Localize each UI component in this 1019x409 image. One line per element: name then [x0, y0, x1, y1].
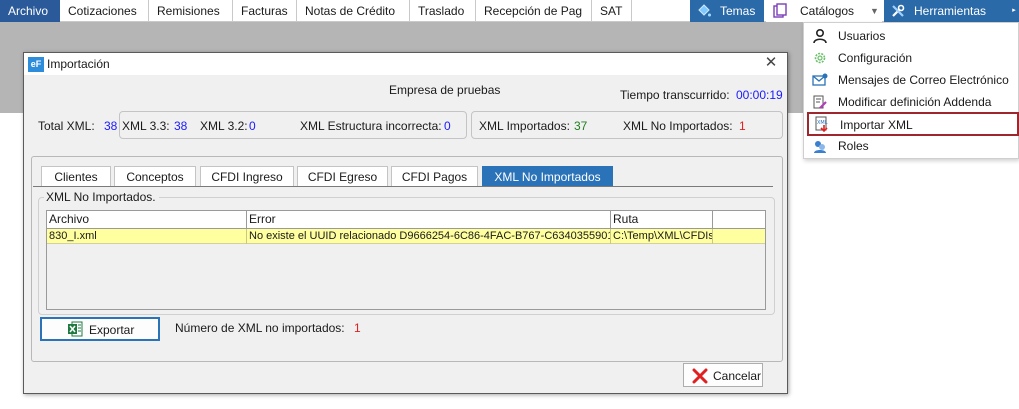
not-imported-count-value: 1: [354, 321, 361, 335]
column-header-error[interactable]: Error: [247, 211, 611, 229]
grid-header: Archivo Error Ruta: [47, 211, 765, 229]
menu-remisiones[interactable]: Remisiones: [149, 0, 233, 22]
cell-error[interactable]: No existe el UUID relacionado D9666254-6…: [247, 229, 611, 244]
imported-label: XML Importados:: [479, 119, 570, 133]
menu-notas-de-credito[interactable]: Notas de Crédito: [297, 0, 410, 22]
menu-item-label: Roles: [838, 139, 869, 153]
menu-traslado[interactable]: Traslado: [410, 0, 476, 22]
xml33-label: XML 3.3:: [122, 119, 170, 133]
edit-document-icon: [812, 94, 828, 110]
menu-item-mensajes-correo[interactable]: Mensajes de Correo Electrónico: [806, 69, 1018, 91]
not-imported-grid[interactable]: Archivo Error Ruta 830_I.xml No existe e…: [46, 210, 766, 310]
menu-item-usuarios[interactable]: Usuarios: [806, 25, 1018, 47]
elapsed-time-value: 00:00:19: [736, 88, 783, 102]
dialog-title: Importación: [47, 57, 110, 71]
menu-item-roles[interactable]: Roles: [806, 135, 1018, 157]
tab-divider: [33, 186, 773, 187]
not-imported-value: 1: [739, 119, 746, 133]
menu-catalogos-label: Catálogos: [800, 4, 855, 18]
tab-conceptos[interactable]: Conceptos: [114, 166, 196, 187]
mail-icon: [812, 72, 828, 88]
elapsed-time-label: Tiempo transcurrido:: [620, 88, 730, 102]
menu-item-label: Usuarios: [838, 29, 886, 43]
excel-icon: [67, 321, 83, 337]
cancel-button-label: Cancelar: [713, 369, 762, 383]
total-xml-label: Total XML:: [38, 119, 95, 133]
menu-herramientas[interactable]: Herramientas: [884, 0, 1009, 22]
cell-ruta[interactable]: C:\Temp\XML\CFDIs: [611, 229, 713, 244]
xml32-label: XML 3.2:: [200, 119, 248, 133]
column-header-ruta[interactable]: Ruta: [611, 211, 713, 229]
roles-icon: [812, 138, 828, 154]
menu-sat[interactable]: SAT: [592, 0, 632, 22]
svg-text:XML: XML: [817, 120, 828, 126]
close-x-icon: [692, 368, 708, 384]
dialog-titlebar: eF Importación ✕: [24, 53, 787, 75]
menu-item-importar-xml[interactable]: XML Importar XML: [807, 112, 1019, 136]
table-row[interactable]: 830_I.xml No existe el UUID relacionado …: [47, 229, 765, 244]
menu-item-label: Configuración: [838, 51, 913, 65]
close-icon[interactable]: ✕: [762, 54, 780, 72]
cancel-button[interactable]: Cancelar: [683, 363, 763, 387]
menu-facturas[interactable]: Facturas: [233, 0, 297, 22]
catalog-icon: [772, 3, 788, 19]
menu-cotizaciones[interactable]: Cotizaciones: [60, 0, 149, 22]
menu-catalogos[interactable]: Catálogos ▼: [766, 0, 882, 22]
column-header-archivo[interactable]: Archivo: [47, 211, 247, 229]
column-header-extra[interactable]: [713, 211, 765, 229]
not-imported-count-label: Número de XML no importados:: [175, 321, 345, 335]
menu-temas-label: Temas: [720, 4, 756, 18]
paint-bucket-icon: [696, 3, 712, 19]
menu-item-label: Mensajes de Correo Electrónico: [838, 73, 1009, 87]
invalid-structure-label: XML Estructura incorrecta:: [300, 119, 442, 133]
menu-item-modificar-addenda[interactable]: Modificar definición Addenda: [806, 91, 1018, 113]
tab-clientes[interactable]: Clientes: [41, 166, 111, 187]
imported-value: 37: [574, 119, 588, 133]
tools-icon: [890, 3, 906, 19]
tab-cfdi-egreso[interactable]: CFDI Egreso: [297, 166, 388, 187]
catalogos-dropdown: Usuarios Configuración Mensajes de Corre…: [803, 22, 1019, 159]
menu-item-label: Importar XML: [840, 118, 913, 132]
invalid-structure-value: 0: [444, 119, 451, 133]
menu-temas[interactable]: Temas: [690, 0, 764, 22]
xml32-value: 0: [249, 119, 256, 133]
menu-bar: Archivo Cotizaciones Remisiones Facturas…: [0, 0, 1019, 22]
import-dialog: eF Importación ✕ Empresa de pruebas Tiem…: [23, 52, 788, 394]
menu-item-configuracion[interactable]: Configuración: [806, 47, 1018, 69]
tab-cfdi-pagos[interactable]: CFDI Pagos: [391, 166, 478, 187]
not-imported-group-label: XML No Importados.: [44, 190, 159, 204]
gear-icon: [812, 50, 828, 66]
overflow-chevron-icon[interactable]: ▸: [1009, 0, 1019, 22]
export-button[interactable]: Exportar: [40, 317, 160, 341]
total-xml-value: 38: [104, 119, 118, 133]
app-logo-icon: eF: [28, 57, 44, 72]
chevron-down-icon: ▼: [870, 6, 879, 16]
tab-xml-no-importados[interactable]: XML No Importados: [482, 166, 613, 187]
cell-archivo[interactable]: 830_I.xml: [47, 229, 247, 244]
not-imported-label: XML No Importados:: [623, 119, 733, 133]
users-icon: [812, 28, 828, 44]
menu-item-label: Modificar definición Addenda: [838, 95, 992, 109]
menu-archivo[interactable]: Archivo: [0, 0, 60, 22]
tab-cfdi-ingreso[interactable]: CFDI Ingreso: [200, 166, 294, 187]
menu-herramientas-label: Herramientas: [914, 4, 987, 18]
company-name: Empresa de pruebas: [389, 83, 501, 97]
cell-extra[interactable]: [713, 229, 765, 244]
menu-recepcion-de-pagos[interactable]: Recepción de Pag: [476, 0, 592, 22]
xml-import-icon: XML: [814, 116, 830, 133]
export-button-label: Exportar: [89, 323, 135, 337]
xml33-value: 38: [174, 119, 188, 133]
